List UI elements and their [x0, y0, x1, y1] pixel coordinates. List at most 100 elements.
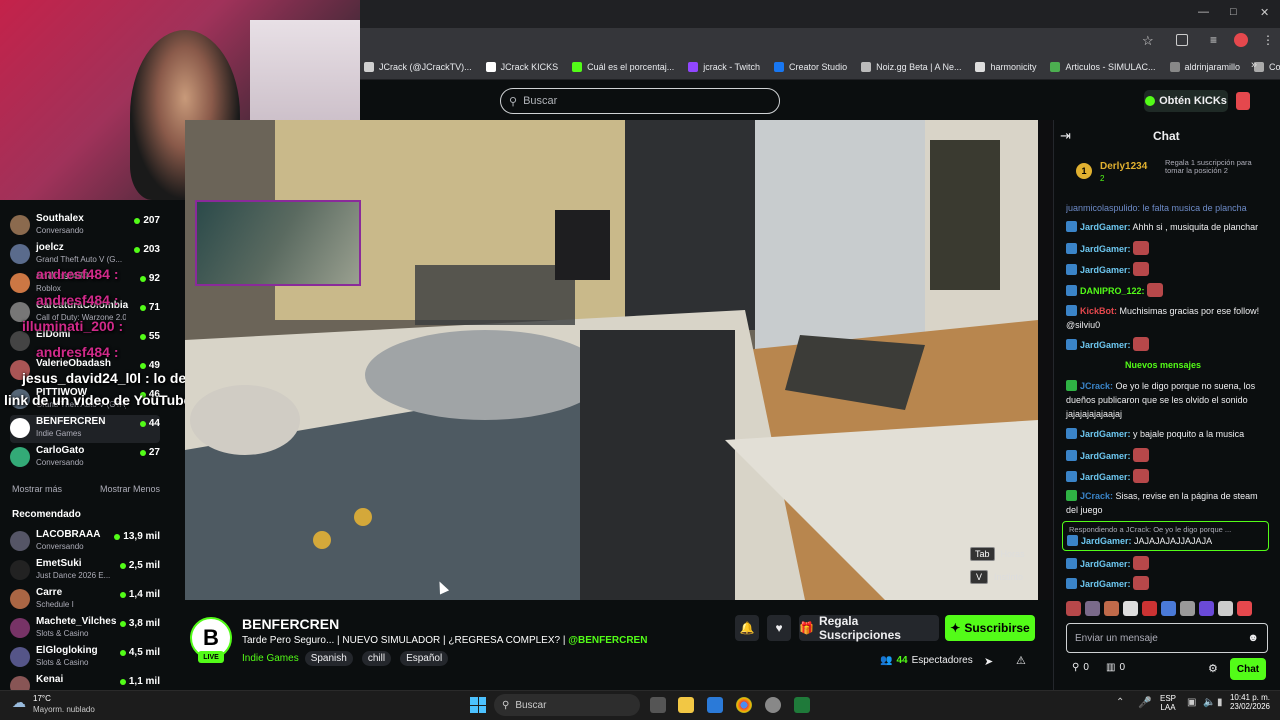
more-bookmarks-icon[interactable]: »	[1251, 59, 1257, 71]
bookmark-item[interactable]: jcrack - Twitch	[688, 61, 760, 72]
chat-input[interactable]: Enviar un mensaje ☻	[1066, 623, 1268, 653]
overlay-chat-line: link de un video de YouTube	[4, 392, 192, 408]
emote-icon[interactable]	[1104, 601, 1119, 616]
chat-username[interactable]: DANIPRO_122:	[1080, 286, 1145, 296]
subscribe-button[interactable]: ✦ Suscribirse	[945, 615, 1035, 641]
leaderboard-user[interactable]: Derly1234	[1100, 161, 1147, 172]
show-more-link[interactable]: Mostrar más	[12, 484, 62, 494]
extensions-icon[interactable]	[1176, 34, 1188, 46]
chat-username[interactable]: JardGamer:	[1080, 472, 1131, 482]
sidebar-channel[interactable]: EmetSuki Just Dance 2026 E... 2,5 mil	[10, 557, 160, 585]
chat-settings-icon[interactable]: ⚙	[1208, 662, 1218, 675]
taskbar-search[interactable]: ⚲ Buscar	[494, 694, 640, 716]
weather-desc[interactable]: Mayorm. nublado	[33, 705, 95, 714]
clock[interactable]: 10:41 p. m. 23/02/2026	[1226, 693, 1270, 711]
chat-username[interactable]: JardGamer:	[1080, 222, 1131, 232]
emote-icon[interactable]	[1123, 601, 1138, 616]
share-icon[interactable]: ➤	[984, 655, 993, 668]
emote-icon[interactable]	[1161, 601, 1176, 616]
mail-icon[interactable]	[707, 697, 723, 713]
category-link[interactable]: Indie Games	[242, 653, 299, 664]
overlay-chat-line: illuminati_200 :	[22, 318, 124, 334]
chat-username[interactable]: JCrack:	[1080, 491, 1113, 501]
bookmark-item[interactable]: Cuál es el porcentaj...	[572, 61, 674, 72]
emote-icon[interactable]	[1218, 601, 1233, 616]
search-input[interactable]: ⚲ Buscar	[500, 88, 780, 114]
sidebar-channel[interactable]: Carre Schedule I 1,4 mil	[10, 586, 160, 614]
tag-chip[interactable]: Spanish	[304, 651, 353, 666]
chat-username[interactable]: JardGamer:	[1080, 559, 1131, 569]
weather-temp[interactable]: 17°C	[33, 694, 51, 703]
sidebar-channel[interactable]: Machete_Vilches Slots & Casino 3,8 mil	[10, 615, 160, 643]
volume-icon[interactable]: 🔈	[1203, 697, 1215, 708]
follow-button[interactable]: ♥	[767, 615, 791, 641]
stream-title-mention[interactable]: @BENFERCREN	[568, 635, 647, 646]
star-icon[interactable]: ☆	[1142, 33, 1154, 49]
show-less-link[interactable]: Mostrar Menos	[100, 484, 160, 494]
bookmark-item[interactable]: Colección de M_blei...	[1254, 61, 1280, 72]
chat-username[interactable]: JardGamer:	[1080, 265, 1131, 275]
close-icon[interactable]: ✕	[1260, 6, 1269, 19]
emote-icon[interactable]	[1199, 601, 1214, 616]
send-chat-button[interactable]: Chat	[1230, 658, 1266, 680]
emote-icon[interactable]	[1180, 601, 1195, 616]
notifications-button[interactable]: 🔔	[735, 615, 759, 641]
chat-username[interactable]: JardGamer:	[1080, 579, 1131, 589]
chat-username[interactable]: JCrack:	[1080, 381, 1113, 391]
get-kicks-button[interactable]: Obtén KICKs	[1144, 90, 1228, 112]
excel-icon[interactable]	[794, 697, 810, 713]
emote-icon[interactable]	[1066, 601, 1081, 616]
bookmark-item[interactable]: aldrinjaramillo	[1169, 61, 1240, 72]
file-explorer-icon[interactable]	[678, 697, 694, 713]
emote-icon[interactable]	[1237, 601, 1252, 616]
sidebar-channel[interactable]: joelcz Grand Theft Auto V (G... 203	[10, 241, 160, 269]
network-icon[interactable]: ▣	[1187, 697, 1196, 708]
microphone-icon[interactable]: 🎤	[1138, 696, 1152, 709]
address-bar[interactable]: ☆ ≡ ⋮	[360, 28, 1280, 54]
bookmark-item[interactable]: harmonicity	[975, 61, 1036, 72]
emote-icon[interactable]	[1085, 601, 1100, 616]
sidebar-channel[interactable]: LACOBRAAA Conversando 13,9 mil	[10, 528, 160, 556]
points-counter[interactable]: ⚲ 0	[1072, 662, 1089, 673]
task-view-icon[interactable]	[650, 697, 666, 713]
profile-avatar[interactable]	[1234, 33, 1248, 47]
live-badge: LIVE	[198, 651, 224, 663]
bookmark-item[interactable]: Noiz.gg Beta | A Ne...	[861, 61, 961, 72]
chat-username[interactable]: KickBot:	[1080, 306, 1117, 316]
bookmark-item[interactable]: JCrack KICKS	[485, 61, 558, 72]
input-language[interactable]: ESP LAA	[1160, 694, 1176, 712]
collapse-chat-icon[interactable]: ⇥	[1060, 128, 1071, 144]
tray-chevron-icon[interactable]: ⌃	[1116, 697, 1124, 708]
sidebar-channel[interactable]: ElGlogloking Slots & Casino 4,5 mil	[10, 644, 160, 672]
windows-start-icon[interactable]	[470, 697, 486, 713]
chrome-icon[interactable]	[736, 697, 752, 713]
bookmark-item[interactable]: JCrack (@JCrackTV)...	[364, 61, 472, 72]
video-player[interactable]: Tab Horas V Instinto	[185, 120, 1038, 600]
sidebar-channel[interactable]: Southalex Conversando 207	[10, 212, 160, 240]
emote-icon[interactable]	[1142, 601, 1157, 616]
sidebar-channel[interactable]: CarloGato Conversando 27	[10, 444, 160, 472]
report-icon[interactable]: ⚠	[1016, 654, 1026, 667]
maximize-icon[interactable]: □	[1230, 6, 1237, 18]
minimize-icon[interactable]: —	[1198, 6, 1209, 18]
tag-chip[interactable]: chill	[361, 651, 392, 666]
chat-username[interactable]: JardGamer:	[1080, 340, 1131, 350]
battery-icon[interactable]: ▮	[1217, 697, 1223, 708]
media-icon[interactable]: ≡	[1210, 33, 1217, 47]
gift-subs-button[interactable]: 🎁 Regala Suscripciones	[799, 614, 939, 642]
chat-username[interactable]: JardGamer:	[1080, 451, 1131, 461]
user-avatar[interactable]	[1236, 92, 1250, 110]
drops-counter[interactable]: ▥ 0	[1106, 662, 1125, 673]
obs-icon[interactable]	[765, 697, 781, 713]
emote-icon	[1133, 576, 1150, 590]
chat-username[interactable]: JardGamer:	[1080, 244, 1131, 254]
emoji-icon[interactable]: ☻	[1247, 632, 1259, 644]
more-menu-icon[interactable]: ⋮	[1262, 33, 1274, 47]
bookmark-item[interactable]: Articulos - SIMULAC...	[1050, 61, 1156, 72]
sidebar-channel[interactable]: BENFERCREN Indie Games 44	[10, 415, 160, 443]
tag-chip[interactable]: Español	[400, 651, 449, 666]
reply-user[interactable]: JardGamer:	[1081, 536, 1132, 546]
channel-name[interactable]: BENFERCREN	[242, 616, 339, 632]
chat-username[interactable]: JardGamer:	[1080, 429, 1131, 439]
bookmark-item[interactable]: Creator Studio	[774, 61, 847, 72]
